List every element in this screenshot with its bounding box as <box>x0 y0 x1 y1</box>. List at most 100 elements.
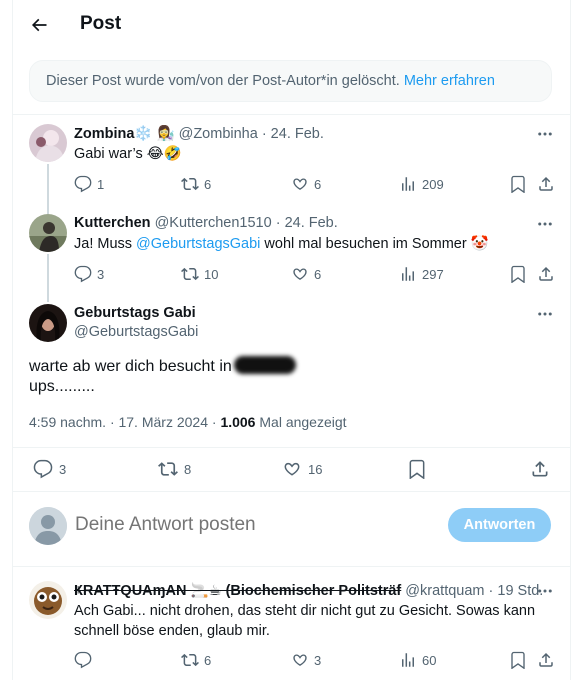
views-button[interactable]: 297 <box>399 265 444 283</box>
reply-icon <box>74 265 92 283</box>
back-arrow-icon[interactable] <box>29 15 49 35</box>
post-timestamp[interactable]: 4:59 nachm. · 17. März 2024 · <box>29 414 217 430</box>
like-button[interactable]: 3 <box>291 651 321 669</box>
divider <box>13 114 570 115</box>
repost-icon <box>181 653 199 667</box>
repost-button[interactable]: 6 <box>181 651 211 669</box>
tweet-header: ҜRATŦQUAɱAN 🚬☕ (Biochemischer Politsträf… <box>74 582 544 599</box>
display-name[interactable]: Geburtstags Gabi <box>74 305 196 321</box>
avatar[interactable] <box>29 581 67 619</box>
analytics-icon <box>402 653 414 667</box>
repost-count: 10 <box>204 266 219 282</box>
reply-button[interactable]: 1 <box>74 175 104 193</box>
post-text-line2: ups......... <box>29 378 95 395</box>
like-button[interactable]: 6 <box>291 265 321 283</box>
heart-icon <box>293 654 307 666</box>
thread-line <box>47 254 49 302</box>
repost-icon <box>181 177 199 191</box>
tweet-text-part: Ja! Muss <box>74 236 137 252</box>
avatar[interactable] <box>29 304 67 342</box>
more-options-icon[interactable] <box>536 215 554 233</box>
views-button[interactable]: 209 <box>399 175 444 193</box>
reply-button[interactable] <box>74 651 92 669</box>
display-name[interactable]: ҜRATŦQUAɱAN 🚬☕ (Biochemischer Politsträf <box>74 583 401 599</box>
analytics-icon <box>402 177 414 191</box>
repost-button[interactable]: 8 <box>158 459 191 479</box>
learn-more-link[interactable]: Mehr erfahren <box>404 73 495 89</box>
tweet-text: Gabi war’s 😂🤣 <box>74 146 182 162</box>
page-title: Post <box>80 13 122 34</box>
share-icon[interactable] <box>537 175 555 193</box>
reply-button[interactable]: 3 <box>33 459 66 479</box>
username[interactable]: @krattquam <box>405 583 484 599</box>
divider <box>13 447 570 448</box>
tweet-text: Ja! Muss @GeburtstagsGabi wohl mal besuc… <box>74 234 489 254</box>
username[interactable]: @GeburtstagsGabi <box>74 324 198 340</box>
like-count: 6 <box>314 176 322 192</box>
post-text-line1: warte ab wer dich besucht in <box>29 358 232 375</box>
bookmark-icon[interactable] <box>509 265 527 283</box>
reply-button[interactable]: 3 <box>74 265 104 283</box>
reply-input[interactable] <box>75 512 305 538</box>
view-count: 297 <box>422 266 444 282</box>
repost-count: 6 <box>204 652 212 668</box>
post-text-line: warte ab wer dich besucht in <box>29 356 296 377</box>
timestamp[interactable]: · 24. Feb. <box>262 126 324 142</box>
view-count: 209 <box>422 176 444 192</box>
reply-count: 3 <box>97 266 105 282</box>
more-options-icon[interactable] <box>536 582 554 600</box>
heart-icon <box>293 268 307 280</box>
repost-count: 8 <box>184 461 192 477</box>
like-button[interactable]: 6 <box>291 175 321 193</box>
repost-icon <box>181 267 199 281</box>
post-detail-page: Post Dieser Post wurde vom/von der Post-… <box>12 0 571 680</box>
views-count: 1.006 <box>220 414 256 430</box>
share-icon[interactable] <box>537 265 555 283</box>
view-count: 60 <box>422 652 437 668</box>
post-meta: 4:59 nachm. · 17. März 2024 · 1.006 Mal … <box>29 414 347 430</box>
divider <box>13 566 570 567</box>
more-options-icon[interactable] <box>536 305 554 323</box>
reply-count: 1 <box>97 176 105 192</box>
reply-icon <box>74 175 92 193</box>
share-icon[interactable] <box>537 651 555 669</box>
repost-icon <box>158 462 178 476</box>
tweet-header: Zombina❄️ 👩‍🔬 @Zombinha · 24. Feb. <box>74 125 324 142</box>
bookmark-icon[interactable] <box>509 175 527 193</box>
heart-icon <box>293 178 307 190</box>
like-count: 16 <box>308 461 323 477</box>
repost-button[interactable]: 10 <box>181 265 218 283</box>
views-label: Mal angezeigt <box>259 414 347 430</box>
reply-count: 3 <box>59 461 67 477</box>
display-name[interactable]: Kutterchen <box>74 215 151 231</box>
display-name[interactable]: Zombina❄️ 👩‍🔬 <box>74 126 175 142</box>
username[interactable]: @Zombinha <box>179 126 258 142</box>
deleted-post-notice: Dieser Post wurde vom/von der Post-Autor… <box>29 60 552 102</box>
like-button[interactable]: 16 <box>282 459 322 479</box>
reply-submit-button[interactable]: Antworten <box>448 508 551 542</box>
bookmark-icon[interactable] <box>407 459 427 479</box>
repost-button[interactable]: 6 <box>181 175 211 193</box>
reply-icon <box>33 459 53 479</box>
tweet-text: Ach Gabi... nicht drohen, das steht dir … <box>74 603 536 639</box>
timestamp[interactable]: · 24. Feb. <box>276 215 338 231</box>
repost-count: 6 <box>204 176 212 192</box>
avatar[interactable] <box>29 124 67 162</box>
avatar[interactable] <box>29 214 67 252</box>
like-count: 6 <box>314 266 322 282</box>
post-text: warte ab wer dich besucht in ups........… <box>29 356 296 397</box>
share-icon[interactable] <box>530 459 550 479</box>
redacted-blur <box>233 356 296 374</box>
default-avatar-icon <box>29 507 67 545</box>
views-button[interactable]: 60 <box>399 651 436 669</box>
tweet-header: Kutterchen @Kutterchen1510 · 24. Feb. <box>74 215 338 231</box>
username[interactable]: @Kutterchen1510 <box>155 215 272 231</box>
heart-icon <box>284 462 300 476</box>
bookmark-icon[interactable] <box>509 651 527 669</box>
like-count: 3 <box>314 652 322 668</box>
deleted-notice-text: Dieser Post wurde vom/von der Post-Autor… <box>46 73 400 89</box>
tweet-text-part: wohl mal besuchen im Sommer 🤡 <box>260 236 489 252</box>
more-options-icon[interactable] <box>536 125 554 143</box>
mention-link[interactable]: @GeburtstagsGabi <box>136 236 260 252</box>
header: Post <box>13 0 570 52</box>
